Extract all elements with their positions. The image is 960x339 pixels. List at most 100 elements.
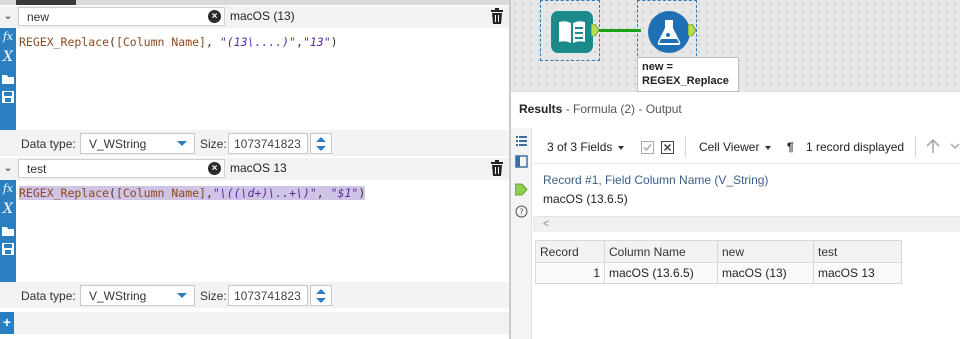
list-icon[interactable] — [515, 134, 528, 147]
fields-selector-label: 3 of 3 Fields — [547, 140, 613, 154]
record-count: 1 record displayed — [806, 140, 905, 154]
results-table: Record Column Name new test 1 macOS (13.… — [535, 240, 902, 284]
results-sidebar: ? — [511, 128, 532, 339]
checkbox-icon[interactable] — [641, 141, 654, 154]
formula-expression-editor[interactable]: REGEX_Replace([Column Name],"\((\d+)\..+… — [19, 186, 366, 200]
column-reference: [Column Name] — [115, 186, 206, 200]
dropdown-caret-icon — [765, 145, 772, 150]
output-column-name: test — [27, 162, 47, 176]
data-type-select[interactable]: V_WString — [80, 285, 195, 306]
table-cell[interactable]: macOS (13.6.5) — [604, 262, 718, 284]
column-header-new[interactable]: new — [717, 240, 814, 263]
formula-2-sidebar: fx X — [0, 180, 16, 282]
regex-pattern: "\((\d+)\..+\)" — [212, 186, 317, 200]
output-column-name-input[interactable]: new — [18, 7, 225, 26]
dropdown-caret-icon — [618, 145, 625, 150]
table-icon[interactable] — [515, 155, 528, 168]
cell-viewer-label: Cell Viewer — [699, 140, 760, 154]
paren-close: ) — [358, 186, 366, 200]
output-anchor-icon[interactable] — [515, 183, 528, 196]
help-icon[interactable]: ? — [515, 205, 528, 218]
table-cell[interactable]: macOS 13 — [813, 262, 902, 284]
svg-text:?: ? — [519, 208, 523, 217]
add-formula-bar: + — [0, 312, 509, 334]
formula-tool-icon — [648, 11, 690, 53]
annotation-line: new = — [642, 61, 673, 73]
output-anchor-icon[interactable] — [591, 24, 599, 36]
formula-expression-editor[interactable]: REGEX_Replace([Column Name], "(13\....)"… — [19, 35, 338, 49]
table-cell[interactable]: macOS (13) — [717, 262, 814, 284]
output-anchor-icon[interactable] — [688, 24, 696, 36]
column-header-column-name[interactable]: Column Name — [604, 240, 718, 263]
formula-1-type-bar: Data type: V_WString Size: 1073741823 — [0, 130, 509, 156]
size-label: Size: — [200, 289, 227, 303]
spinner-icon[interactable] — [310, 133, 332, 154]
folder-icon[interactable] — [1, 72, 15, 86]
separator: , — [205, 35, 220, 49]
horizontal-scrollbar[interactable]: < — [533, 216, 960, 232]
table-cell[interactable]: 1 — [535, 262, 605, 284]
size-input[interactable]: 1073741823 — [228, 133, 308, 154]
column-reference: [Column Name] — [115, 35, 206, 49]
dropdown-caret-icon — [177, 293, 187, 298]
column-header-test[interactable]: test — [813, 240, 902, 263]
add-icon[interactable]: + — [0, 312, 14, 334]
fx-icon[interactable]: fx — [1, 30, 15, 44]
cell-viewer-selector[interactable]: Cell Viewer — [699, 140, 772, 154]
function-name: REGEX_Replace — [19, 186, 110, 200]
x-variable-icon[interactable]: X — [1, 202, 15, 216]
replacement-string: "13" — [302, 35, 331, 49]
clear-icon[interactable]: × — [208, 10, 221, 23]
fields-selector[interactable]: 3 of 3 Fields — [547, 140, 625, 154]
toolbar-divider — [915, 136, 916, 158]
scroll-left-icon[interactable]: < — [543, 218, 549, 230]
separator: , — [316, 186, 331, 200]
spinner-icon[interactable] — [310, 285, 332, 306]
trash-icon[interactable] — [490, 8, 504, 24]
formula-config-panel: ⌄ new × macOS (13) fx X REGEX_Replace([C… — [0, 0, 509, 339]
fx-icon[interactable]: fx — [1, 182, 15, 196]
paren-close: ) — [330, 35, 338, 49]
data-type-select[interactable]: V_WString — [80, 133, 195, 154]
paren-open: ( — [109, 35, 116, 49]
folder-icon[interactable] — [1, 224, 15, 238]
record-field-label: Record #1, Field Column Name (V_String) — [543, 173, 769, 187]
chevron-down-icon[interactable]: ⌄ — [2, 161, 14, 175]
results-toolbar: 3 of 3 Fields Cell Viewer ¶ 1 record dis… — [533, 128, 960, 164]
data-type-label: Data type: — [21, 289, 76, 303]
column-header-record[interactable]: Record — [535, 240, 605, 263]
data-type-label: Data type: — [21, 137, 76, 151]
separator: , — [205, 186, 213, 200]
dropdown-caret-icon — [177, 141, 187, 146]
formula-preview: macOS (13) — [230, 9, 295, 23]
replacement-string: "$1" — [330, 186, 359, 200]
table-header-row: Record Column Name new test — [535, 240, 902, 263]
clear-icon[interactable]: × — [208, 162, 221, 175]
arrow-up-icon[interactable] — [926, 139, 940, 154]
save-icon[interactable] — [1, 242, 15, 256]
table-row[interactable]: 1 macOS (13.6.5) macOS (13) macOS 13 — [535, 262, 902, 284]
separator: , — [296, 35, 303, 49]
data-type-value: V_WString — [89, 289, 147, 303]
size-value: 1073741823 — [234, 289, 301, 303]
trash-icon[interactable] — [490, 160, 504, 176]
formula-row-1-header: ⌄ new × macOS (13) — [0, 6, 509, 28]
pilcrow-icon[interactable]: ¶ — [787, 140, 794, 154]
save-icon[interactable] — [1, 90, 15, 104]
uncheck-icon[interactable] — [661, 141, 674, 154]
regex-pattern: "(13\....)" — [219, 35, 296, 49]
results-panel: Results - Formula (2) - Output ? 3 of 3 … — [511, 92, 960, 339]
output-column-name-input[interactable]: test — [18, 159, 225, 178]
paren-open: ( — [109, 186, 116, 200]
size-label: Size: — [200, 137, 227, 151]
chevron-down-icon[interactable]: ⌄ — [2, 9, 14, 23]
formula-preview: macOS 13 — [230, 161, 287, 175]
connection-wire — [599, 29, 641, 32]
browse-tool-icon — [551, 11, 593, 53]
record-field-value: macOS (13.6.5) — [543, 192, 628, 206]
results-subtitle: - Formula (2) - Output — [562, 102, 682, 116]
size-input[interactable]: 1073741823 — [228, 285, 308, 306]
tool-annotation: new = REGEX_Replace — [637, 57, 739, 92]
x-variable-icon[interactable]: X — [1, 50, 15, 64]
chevron-down-icon[interactable] — [950, 141, 960, 151]
